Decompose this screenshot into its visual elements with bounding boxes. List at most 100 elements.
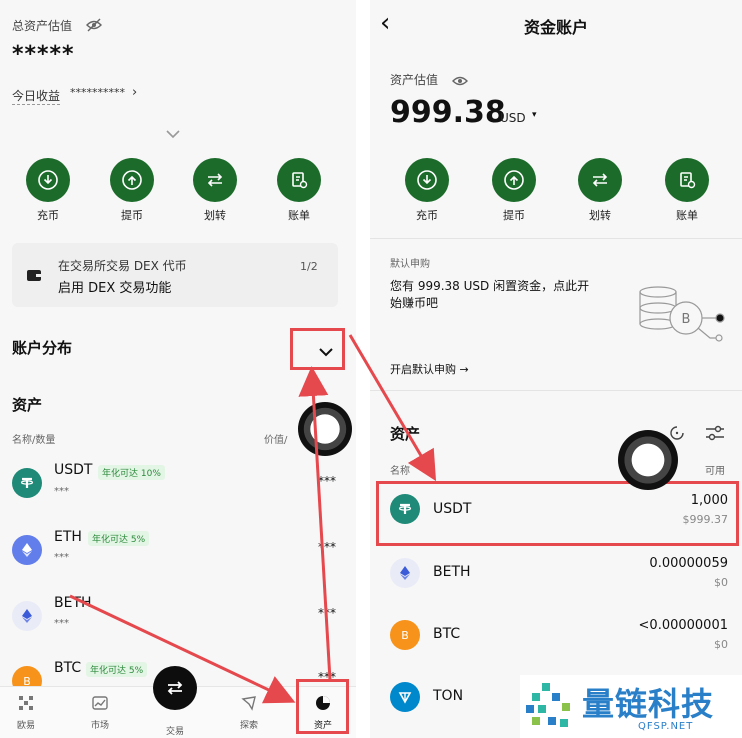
coin-stack-illustration-icon: B [636,280,728,354]
withdraw-label: 提币 [503,209,525,222]
eye-off-icon[interactable] [86,17,102,36]
coin-usd-beth: $0 [714,576,728,589]
bill-icon [680,172,696,189]
column-available: 可用 [705,466,725,477]
assets-title: 资产 [12,396,43,414]
total-assets-label: 总资产估值 [12,19,73,33]
valuation-label: 资产估值 [390,73,439,87]
earn-cta-link[interactable]: 开启默认申购 → [390,361,469,377]
nav-okx-label: 欧易 [16,721,35,731]
eth-icon [12,535,42,565]
brand-logo-icon [524,681,576,737]
deposit-button[interactable] [405,158,449,202]
transfer-button[interactable] [578,158,622,202]
grid-icon [19,696,33,710]
highlight-box-account-dist [290,328,345,370]
apr-badge-eth: 年化可达 5% [88,531,150,546]
dex-banner[interactable]: 在交易所交易 DEX 代币 启用 DEX 交易功能 1/2 [12,243,338,307]
svg-text:B: B [682,312,691,327]
filter-icon[interactable] [705,424,725,446]
coin-usd-btc: $0 [714,638,728,651]
account-distribution-title: 账户分布 [12,339,73,357]
coin-amount-eth: *** [54,552,69,563]
nav-trade-label: 交易 [165,727,184,737]
highlight-box-assets-tab [296,679,349,734]
assets-title: 资产 [390,425,421,443]
bill-button[interactable] [665,158,709,202]
total-assets-value: ***** [12,42,75,67]
coin-name-beth[interactable]: BETH [54,595,92,611]
touch-indicator [618,430,678,490]
withdraw-button[interactable] [492,158,536,202]
bill-button[interactable] [277,158,321,202]
bill-label: 账单 [288,209,310,222]
transfer-label: 划转 [589,209,611,222]
nav-market-label: 市场 [90,721,109,731]
transfer-icon [592,173,608,187]
today-earnings-value: ********** [70,86,125,99]
usdt-icon [12,468,42,498]
earn-text-line1: 您有 999.38 USD 闲置资金，点此开 [390,279,590,293]
column-name-amount: 名称/数量 [12,435,56,446]
coin-name-ton[interactable]: TON [433,688,463,704]
nav-market[interactable]: 市场 [75,695,125,731]
funding-account-screen: ‹ 资金账户 资产估值 999.38 USD ▾ 充币 提币 划转 账单 默认申… [370,0,742,738]
valuation-unit[interactable]: USD [500,111,526,125]
wallet-icon [26,267,42,286]
column-name: 名称 [390,466,410,477]
apr-badge-btc: 年化可达 5% [86,662,148,677]
trade-fab-button[interactable] [153,666,197,710]
swap-icon [167,681,183,695]
dex-banner-pager: 1/2 [300,260,318,273]
btc-icon: B [390,620,420,650]
deposit-label: 充币 [37,209,59,222]
withdraw-label: 提币 [121,209,143,222]
dex-banner-line2: 启用 DEX 交易功能 [58,281,172,296]
caret-down-icon[interactable]: ▾ [532,110,537,120]
transfer-button[interactable] [193,158,237,202]
deposit-button[interactable] [26,158,70,202]
download-icon [417,170,437,190]
page-title: 资金账户 [523,18,588,37]
coin-amount-beth: *** [54,618,69,629]
compass-icon [241,696,256,711]
coin-value-usdt: *** [318,474,336,488]
coin-name-btc[interactable]: BTC [433,626,460,642]
eye-icon[interactable] [452,72,468,91]
upload-icon [504,170,524,190]
watermark: 量链科技 QFSP.NET [520,675,742,738]
earn-text-line2: 始赚币吧 [390,296,439,310]
withdraw-button[interactable] [110,158,154,202]
coin-name-eth[interactable]: ETH [54,529,82,545]
bill-label: 账单 [676,209,698,222]
nav-explore-label: 探索 [239,721,258,731]
coin-name-btc[interactable]: BTC [54,660,81,676]
deposit-label: 充币 [416,209,438,222]
coin-value-beth: *** [318,606,336,620]
highlight-box-usdt-row [376,481,739,546]
divider [370,390,742,391]
touch-indicator [298,402,352,456]
upload-icon [122,170,142,190]
chevron-down-icon[interactable] [166,124,180,143]
chart-icon [92,696,108,710]
nav-explore[interactable]: 探索 [224,695,274,731]
column-value: 价值/ [264,435,288,446]
nav-okx[interactable]: 欧易 [1,695,51,731]
chevron-right-icon[interactable]: › [132,85,137,100]
watermark-brand: 量链科技 [582,685,715,723]
coin-name-usdt[interactable]: USDT [54,462,92,478]
apr-badge-usdt: 年化可达 10% [98,465,165,480]
left-assets-screen: 总资产估值 ***** 今日收益 ********** › 充币 提币 划转 账… [0,0,356,738]
transfer-icon [207,173,223,187]
valuation-value: 999.38 [390,95,506,130]
today-earnings-label: 今日收益 [12,89,61,105]
coin-name-beth[interactable]: BETH [433,564,471,580]
bill-icon [292,172,308,189]
beth-icon [12,601,42,631]
transfer-label: 划转 [204,209,226,222]
dex-banner-line1: 在交易所交易 DEX 代币 [58,259,187,273]
nav-trade-label-wrap[interactable]: 交易 [150,721,200,737]
coin-amount-btc: <0.00000001 [638,618,728,633]
watermark-site: QFSP.NET [638,721,694,732]
